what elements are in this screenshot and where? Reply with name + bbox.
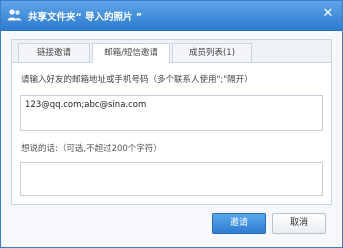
- tab-bar: 链接邀请 邮箱/短信邀请 成员列表(1): [12, 40, 331, 63]
- email-phone-input[interactable]: 123@qq.com;abc@sina.com: [20, 95, 323, 131]
- cancel-button[interactable]: 取消: [272, 213, 326, 234]
- tab-member-list[interactable]: 成员列表(1): [172, 43, 252, 62]
- dialog-titlebar: 共享文件夹“ 导入的照片 ” ✕: [1, 1, 342, 31]
- share-folder-dialog: 共享文件夹“ 导入的照片 ” ✕ 链接邀请 邮箱/短信邀请 成员列表(1) 请输…: [0, 0, 343, 248]
- users-icon: [7, 8, 22, 22]
- tab-link-invite[interactable]: 链接邀请: [18, 43, 90, 62]
- invite-button[interactable]: 邀请: [212, 213, 266, 234]
- message-input[interactable]: [20, 162, 323, 196]
- close-icon[interactable]: ✕: [321, 7, 335, 21]
- message-label: 想说的话:（可选,不超过200个字符）: [21, 144, 162, 154]
- tab-email-sms-invite[interactable]: 邮箱/短信邀请: [92, 43, 170, 63]
- dialog-content: 链接邀请 邮箱/短信邀请 成员列表(1) 请输入好友的邮箱地址或手机号码（多个联…: [11, 39, 332, 205]
- email-instruction-label: 请输入好友的邮箱地址或手机号码（多个联系人使用";"隔开）: [21, 75, 253, 85]
- dialog-title: 共享文件夹“ 导入的照片 ”: [28, 12, 143, 23]
